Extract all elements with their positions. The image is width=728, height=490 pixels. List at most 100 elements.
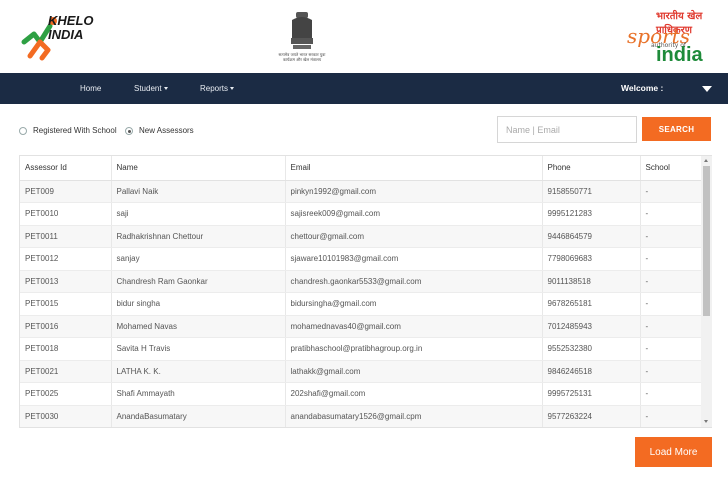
radio-registered-label[interactable]: Registered With School — [33, 126, 117, 136]
cell-phone: 7012485943 — [542, 315, 641, 338]
user-menu-caret-icon[interactable] — [702, 86, 712, 92]
cell-assessor-id: PET0012 — [20, 247, 112, 271]
cell-email: bidursingha@gmail.com — [285, 292, 543, 316]
radio-new-assessors[interactable] — [125, 127, 133, 135]
cell-email: chandresh.gaonkar5533@gmail.com — [285, 270, 543, 293]
emblem-caption: सत्यमेव जयते भारत सरकार युवा कार्यक्रम औ… — [278, 52, 326, 62]
table-header-row: Assessor Id Name Email Phone School — [20, 156, 704, 181]
cell-school: - — [640, 270, 704, 293]
cell-email: 202shafi@gmail.com — [285, 382, 543, 406]
cell-school: - — [640, 202, 704, 226]
cell-assessor-id: PET0011 — [20, 225, 112, 248]
cell-phone: 9577263224 — [542, 405, 641, 427]
cell-assessor-id: PET0018 — [20, 337, 112, 361]
site-header: KHELO INDIA सत्यमेव जयते भारत सरकार युवा… — [0, 0, 728, 73]
cell-phone: 9846246518 — [542, 360, 641, 383]
cell-email: mohamednavas40@gmail.com — [285, 315, 543, 338]
sai-india-text: india — [656, 44, 703, 66]
cell-school: - — [640, 180, 704, 203]
cell-name: bidur singha — [111, 292, 286, 316]
nav-reports-label: Reports — [200, 84, 229, 93]
table-row[interactable]: PET0013 Chandresh Ram Gaonkar chandresh.ga… — [20, 270, 704, 293]
search-input[interactable] — [497, 116, 637, 143]
main-navbar: Home Student Reports Welcome : — [0, 73, 728, 104]
column-header-school: School — [640, 156, 704, 181]
khelo-india-logo-text: KHELO INDIA — [48, 13, 94, 42]
cell-name: sanjay — [111, 247, 286, 271]
table-row[interactable]: PET0021 LATHA K. K. lathakk@gmail.com 98462… — [20, 360, 704, 383]
table-row[interactable]: PET0025 Shafi Ammayath 202shafi@gmail.com 9… — [20, 382, 704, 406]
cell-assessor-id: PET0013 — [20, 270, 112, 293]
radio-new-assessors-label[interactable]: New Assessors — [139, 126, 194, 136]
chevron-down-icon — [230, 87, 235, 91]
nav-reports-dropdown[interactable]: Reports — [200, 73, 235, 104]
cell-email: chettour@gmail.com — [285, 225, 543, 248]
nav-student-label: Student — [134, 84, 162, 93]
cell-email: lathakk@gmail.com — [285, 360, 543, 383]
cell-assessor-id: PET009 — [20, 180, 112, 203]
cell-phone: 9678265181 — [542, 292, 641, 316]
table-body: PET009 Pallavi Naik pinkyn1992@gmail.com 91… — [20, 180, 704, 427]
cell-assessor-id: PET0016 — [20, 315, 112, 338]
table-row[interactable]: PET0011 Radhakrishnan Chettour chettour@gm… — [20, 225, 704, 248]
cell-phone: 9552532380 — [542, 337, 641, 361]
cell-school: - — [640, 405, 704, 427]
column-header-name: Name — [111, 156, 286, 181]
cell-name: Radhakrishnan Chettour — [111, 225, 286, 248]
scroll-up-arrow-icon[interactable] — [704, 159, 708, 162]
cell-assessor-id: PET0015 — [20, 292, 112, 316]
assessors-table-container: Assessor Id Name Email Phone School PET0… — [19, 155, 712, 428]
welcome-user-text[interactable]: Welcome : — [621, 73, 663, 104]
cell-name: AnandaBasumatary — [111, 405, 286, 427]
cell-school: - — [640, 292, 704, 316]
cell-name: Pallavi Naik — [111, 180, 286, 203]
cell-email: pinkyn1992@gmail.com — [285, 180, 543, 203]
table-row[interactable]: PET0012 sanjay sjaware10101983@gmail.com 77… — [20, 247, 704, 271]
table-row[interactable]: PET0018 Savita H Travis pratibhaschool@pra… — [20, 337, 704, 361]
cell-phone: 9446864579 — [542, 225, 641, 248]
column-header-assessor-id: Assessor Id — [20, 156, 112, 181]
cell-name: Shafi Ammayath — [111, 382, 286, 406]
cell-assessor-id: PET0021 — [20, 360, 112, 383]
table-row[interactable]: PET009 Pallavi Naik pinkyn1992@gmail.com 91… — [20, 180, 704, 203]
chevron-down-icon — [163, 87, 168, 91]
cell-school: - — [640, 382, 704, 406]
cell-assessor-id: PET0030 — [20, 405, 112, 427]
search-button[interactable]: SEARCH — [642, 117, 711, 141]
load-more-button[interactable]: Load More — [635, 437, 712, 467]
assessors-table: Assessor Id Name Email Phone School PET0… — [20, 156, 704, 427]
cell-name: saji — [111, 202, 286, 226]
table-row[interactable]: PET0010 saji sajisreek009@gmail.com 9995121… — [20, 202, 704, 226]
cell-school: - — [640, 225, 704, 248]
cell-phone: 7798069683 — [542, 247, 641, 271]
scroll-down-arrow-icon[interactable] — [704, 420, 708, 423]
cell-name: Chandresh Ram Gaonkar — [111, 270, 286, 293]
cell-assessor-id: PET0025 — [20, 382, 112, 406]
nav-student-dropdown[interactable]: Student — [134, 73, 168, 104]
cell-school: - — [640, 337, 704, 361]
table-row[interactable]: PET0016 Mohamed Navas mohamednavas40@gmail… — [20, 315, 704, 338]
cell-school: - — [640, 315, 704, 338]
cell-email: sjaware10101983@gmail.com — [285, 247, 543, 271]
radio-registered-with-school[interactable] — [19, 127, 27, 135]
cell-school: - — [640, 360, 704, 383]
cell-phone: 9158550771 — [542, 180, 641, 203]
cell-email: pratibhaschool@pratibhagroup.org.in — [285, 337, 543, 361]
cell-name: Mohamed Navas — [111, 315, 286, 338]
cell-phone: 9011138518 — [542, 270, 641, 293]
table-row[interactable]: PET0030 AnandaBasumatary anandabasumatary1… — [20, 405, 704, 427]
cell-assessor-id: PET0010 — [20, 202, 112, 226]
cell-name: Savita H Travis — [111, 337, 286, 361]
nav-home[interactable]: Home — [80, 73, 101, 104]
column-header-email: Email — [285, 156, 543, 181]
cell-phone: 9995725131 — [542, 382, 641, 406]
scrollbar-thumb[interactable] — [703, 166, 710, 316]
column-header-phone: Phone — [542, 156, 641, 181]
table-scrollbar[interactable] — [701, 156, 712, 427]
cell-email: anandabasumatary1526@gmail.cpm — [285, 405, 543, 427]
cell-phone: 9995121283 — [542, 202, 641, 226]
cell-school: - — [640, 247, 704, 271]
cell-email: sajisreek009@gmail.com — [285, 202, 543, 226]
cell-name: LATHA K. K. — [111, 360, 286, 383]
table-row[interactable]: PET0015 bidur singha bidursingha@gmail.com… — [20, 292, 704, 316]
